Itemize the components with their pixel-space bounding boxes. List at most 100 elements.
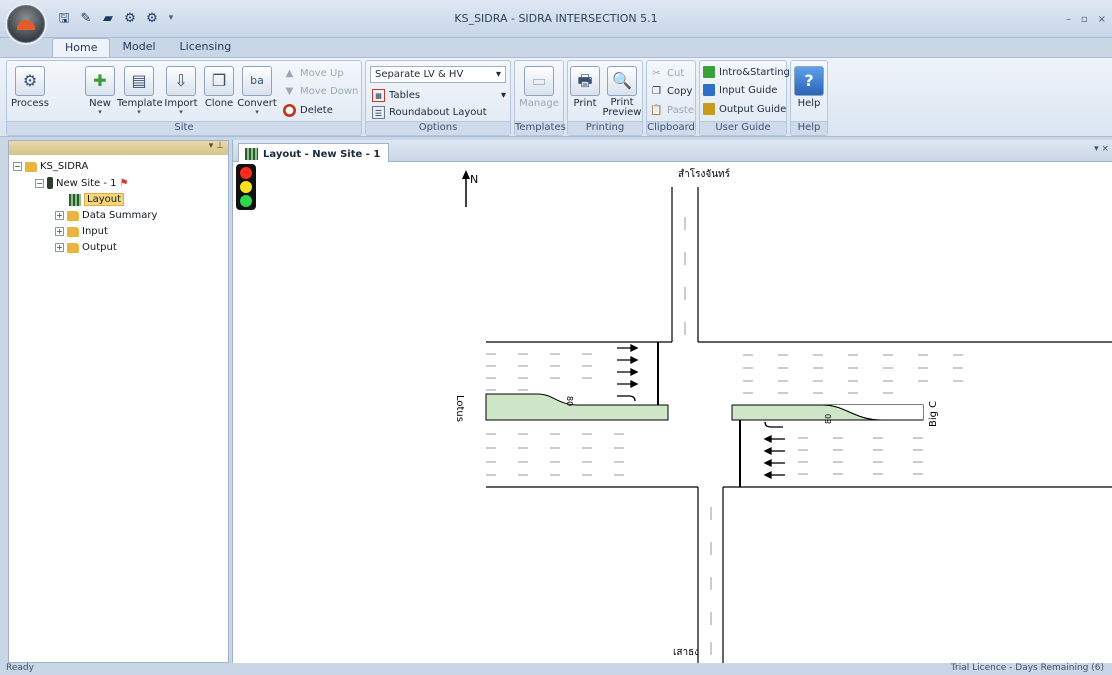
site-tree-panel: ▾ ⊥ − KS_SIDRA − New Site - 1 ⚑ Layout +… — [8, 140, 229, 663]
templates-group: ▭ Manage Templates — [514, 60, 566, 136]
move-up-button[interactable]: ▲ Move Up — [283, 65, 344, 81]
import-icon: ⇩ — [166, 66, 196, 96]
tree-item-site[interactable]: − New Site - 1 ⚑ — [35, 177, 129, 189]
intro-label: Intro&Starting — [719, 66, 790, 78]
site-group: ⚙ Process ✚ New ▾ ▤ Template ▾ ⇩ Import … — [6, 60, 362, 136]
restore-button[interactable]: ▫ — [1081, 14, 1088, 25]
clone-button[interactable]: ❐ Clone — [203, 66, 235, 109]
ribbon-tabs: Home Model Licensing — [52, 38, 243, 58]
input-guide-label: Input Guide — [719, 84, 778, 96]
dropdown-arrow-icon: ▾ — [137, 108, 141, 116]
tree-item-root[interactable]: − KS_SIDRA — [13, 161, 88, 172]
tab-model[interactable]: Model — [110, 38, 167, 58]
template-icon: ▤ — [124, 66, 154, 96]
dropdown-arrow-icon: ▾ — [255, 108, 259, 116]
layout-canvas[interactable]: N 80 80 สำโรงจันทร์ เสาธง Lotus Big C — [233, 162, 1112, 663]
tab-layout-new-site[interactable]: Layout - New Site - 1 — [238, 143, 390, 162]
tab-list-icon[interactable]: ▾ × — [1094, 144, 1109, 154]
yellow-book-icon — [703, 103, 715, 115]
approach-south-label: เสาธง — [673, 647, 699, 658]
document-area: Layout - New Site - 1 ▾ × N 80 80 สำโรงจ… — [232, 140, 1112, 663]
approach-west-label: Lotus — [454, 395, 465, 422]
arrow-down-icon: ▼ — [285, 85, 294, 97]
gear-icon: ⚙ — [15, 66, 45, 96]
site-tree: − KS_SIDRA − New Site - 1 ⚑ Layout + Dat… — [9, 155, 228, 253]
chevron-down-icon: ▾ — [495, 69, 501, 80]
tree-layout-label: Layout — [84, 193, 124, 206]
convert-button[interactable]: ba Convert ▾ — [237, 66, 277, 116]
move-down-label: Move Down — [300, 85, 359, 97]
delete-icon: ● — [283, 103, 296, 117]
expand-icon[interactable]: + — [55, 211, 64, 220]
dropdown-arrow-icon: ▾ — [179, 108, 183, 116]
layout-grid-icon — [69, 193, 81, 206]
chevron-down-icon: ▾ — [500, 89, 506, 101]
print-preview-button[interactable]: 🔍 Print Preview — [602, 66, 642, 118]
help-button[interactable]: ? Help — [794, 66, 824, 109]
template-button[interactable]: ▤ Template ▾ — [117, 66, 163, 116]
new-button[interactable]: ✚ New ▾ — [85, 66, 115, 116]
tables-label-wrap: ▦ Tables — [372, 88, 420, 102]
intro-starting-button[interactable]: Intro&Starting — [703, 64, 790, 80]
layout-grid-icon — [245, 148, 258, 160]
collapse-icon[interactable]: − — [13, 162, 22, 171]
help-group-label: Help — [791, 121, 827, 135]
folder-icon — [67, 226, 79, 237]
clipboard-group: ✂ Cut ❐ Copy 📋 Paste Clipboard — [646, 60, 696, 136]
copy-button[interactable]: ❐ Copy — [650, 83, 692, 99]
paste-label: Paste — [667, 104, 694, 116]
folder-icon — [67, 242, 79, 253]
copy-label: Copy — [667, 85, 693, 97]
output-guide-button[interactable]: Output Guide — [703, 101, 786, 117]
document-tabs: Layout - New Site - 1 ▾ × — [233, 140, 1112, 162]
print-label: Print — [573, 98, 597, 109]
window-controls: – ▫ × — [1066, 14, 1106, 25]
input-guide-button[interactable]: Input Guide — [703, 82, 777, 98]
roundabout-layout-button[interactable]: ☰ Roundabout Layout — [372, 104, 487, 120]
printing-group-label: Printing — [568, 121, 642, 135]
application-menu-button[interactable] — [7, 5, 45, 43]
minimize-button[interactable]: – — [1066, 14, 1071, 25]
print-button[interactable]: 🖶 Print — [570, 66, 600, 109]
site-group-label: Site — [7, 121, 361, 135]
expand-icon[interactable]: + — [55, 243, 64, 252]
collapse-icon[interactable]: − — [35, 178, 44, 188]
tables-button[interactable]: ▦ Tables ▾ — [372, 87, 506, 103]
roundabout-label: Roundabout Layout — [389, 106, 487, 118]
tab-home[interactable]: Home — [52, 38, 111, 58]
user-guide-group-label: User Guide — [700, 121, 786, 135]
delete-button[interactable]: ● Delete — [283, 102, 333, 118]
move-down-button[interactable]: ▼ Move Down — [283, 83, 359, 99]
approach-north-label: สำโรงจันทร์ — [678, 167, 731, 180]
folder-icon — [25, 161, 37, 172]
tree-item-layout[interactable]: Layout — [69, 193, 124, 206]
licence-status: Trial Licence - Days Remaining (6) — [950, 663, 1104, 673]
tree-site-label: New Site - 1 — [56, 177, 117, 189]
cut-button[interactable]: ✂ Cut — [650, 65, 684, 81]
lane-width-label-west: 80 — [565, 396, 574, 406]
vehicle-mode-select[interactable]: Separate LV & HV ▾ — [370, 66, 506, 83]
tab-licensing[interactable]: Licensing — [168, 38, 244, 58]
pin-icon[interactable]: ▾ ⊥ — [209, 141, 224, 151]
copy-icon: ❐ — [652, 85, 661, 97]
arrow-up-icon: ▲ — [285, 67, 294, 79]
paste-icon: 📋 — [650, 104, 663, 116]
printer-icon: 🖶 — [570, 66, 600, 96]
paste-button[interactable]: 📋 Paste — [650, 102, 694, 118]
intersection-layout: N 80 80 สำโรงจันทร์ เสาธง Lotus Big C — [454, 167, 1112, 663]
output-guide-label: Output Guide — [719, 103, 787, 115]
print-preview-icon: 🔍 — [607, 66, 637, 96]
move-up-label: Move Up — [300, 67, 344, 79]
tree-item-data-summary[interactable]: + Data Summary — [55, 210, 157, 221]
process-button[interactable]: ⚙ Process — [11, 66, 49, 109]
cut-label: Cut — [667, 67, 685, 79]
print-preview-label: Print Preview — [602, 97, 642, 118]
tree-item-input[interactable]: + Input — [55, 226, 108, 237]
tree-item-output[interactable]: + Output — [55, 242, 117, 253]
manage-button[interactable]: ▭ Manage — [519, 66, 559, 109]
import-button[interactable]: ⇩ Import ▾ — [163, 66, 199, 116]
manage-label: Manage — [519, 98, 559, 109]
scissors-icon: ✂ — [652, 67, 661, 79]
close-button[interactable]: × — [1098, 14, 1106, 25]
expand-icon[interactable]: + — [55, 227, 64, 236]
